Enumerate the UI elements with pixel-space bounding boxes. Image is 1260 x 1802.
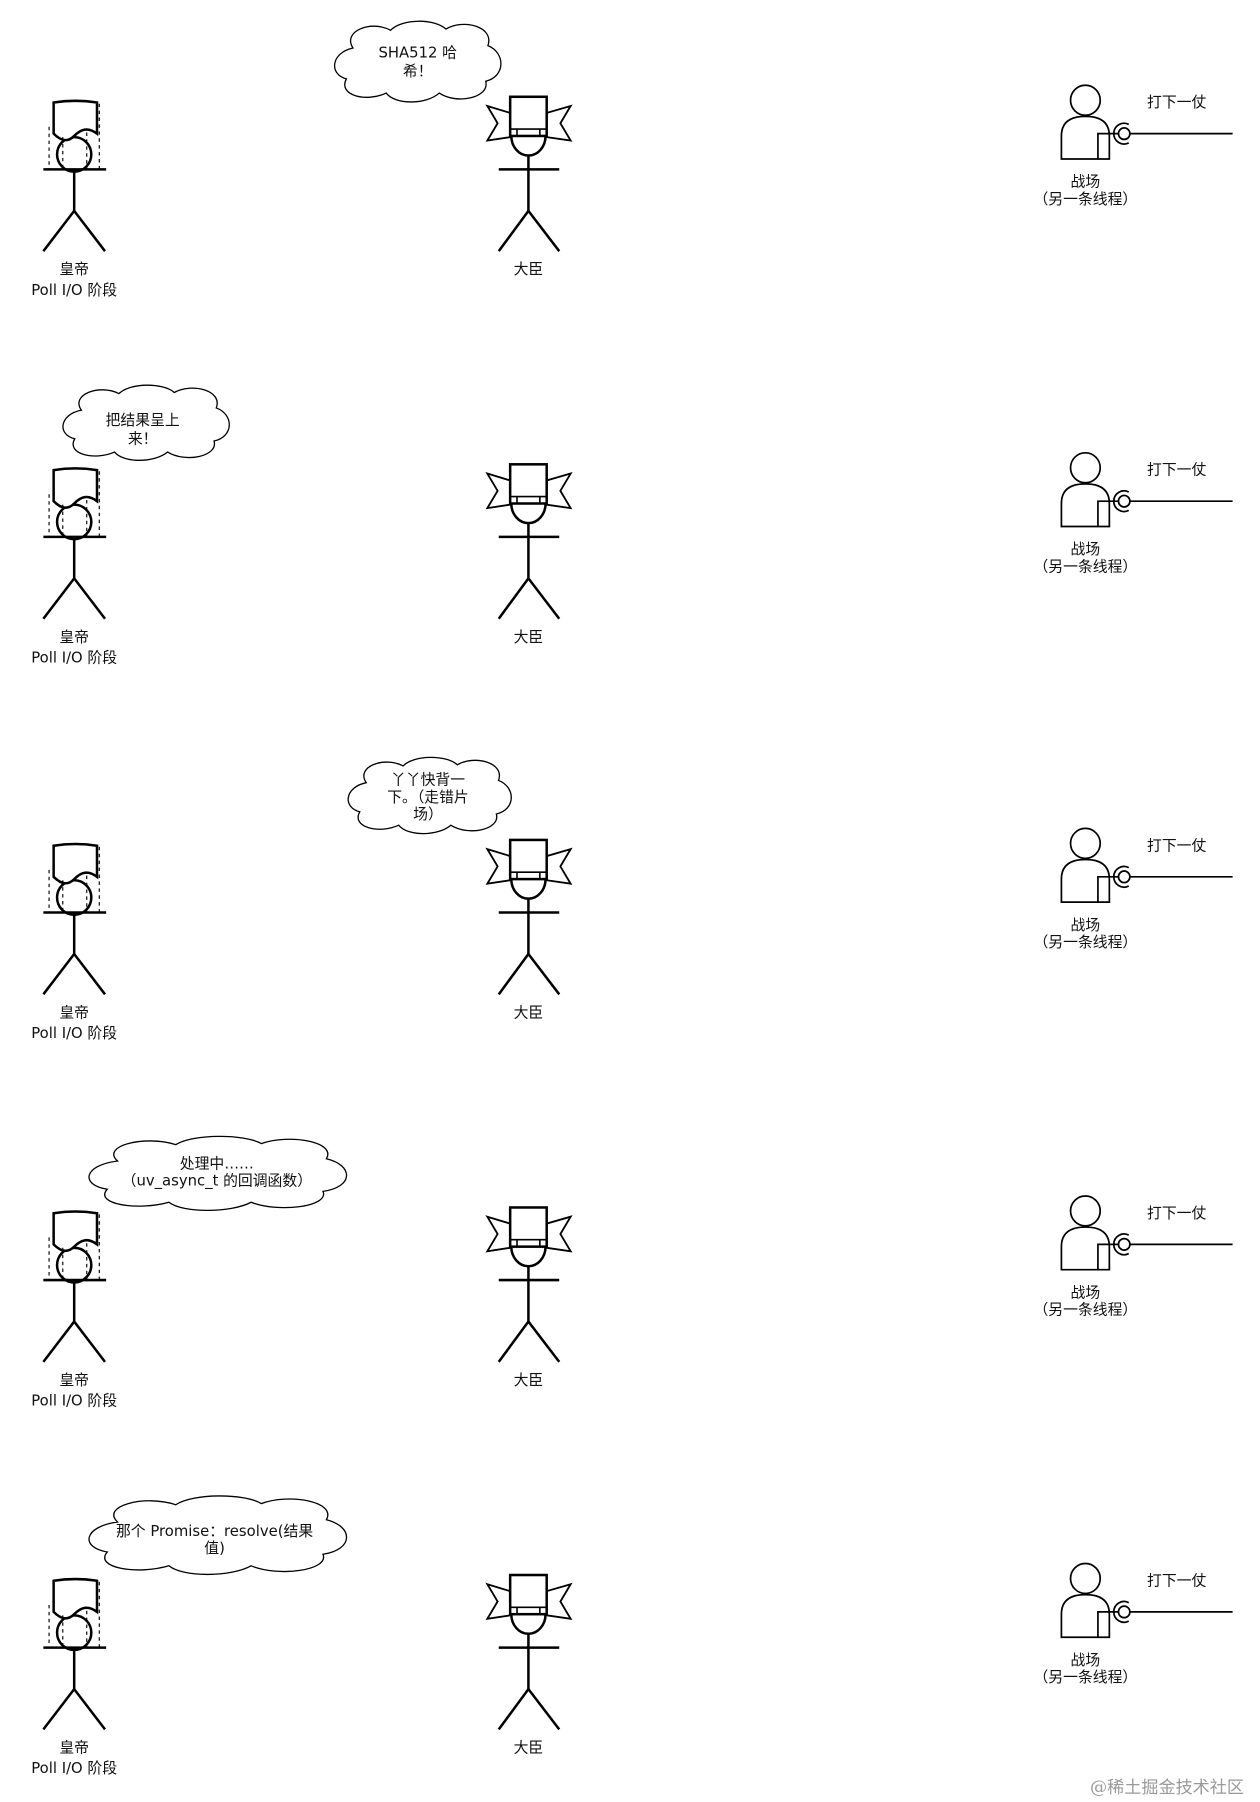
emperor-figure (42, 467, 108, 620)
emperor-figure (42, 842, 108, 996)
diagram-canvas: SHA512 哈 希！ 皇帝 Poll I/O 阶段 大臣 打下一仗 战场 （另… (31, 20, 1244, 1798)
minister-label: 大臣 (514, 1003, 544, 1021)
emperor-figure (42, 1210, 108, 1364)
bubble-line-1: 那个 Promise：resolve(结果 (116, 1522, 313, 1540)
minister-figure (486, 95, 572, 253)
battlefield-label: 战场 (1071, 1651, 1101, 1669)
bubble-line-2: 值) (204, 1539, 225, 1557)
battlefield-label: 战场 (1071, 1283, 1101, 1301)
minister-figure (486, 1206, 572, 1364)
emperor-figure (42, 99, 108, 253)
speech-bubble: 处理中…… （uv_async_t 的回调函数） (87, 1135, 348, 1212)
panel-4: 处理中…… （uv_async_t 的回调函数） 皇帝 Poll I/O 阶段 … (31, 1135, 1234, 1410)
minister-figure (486, 1573, 572, 1731)
emperor-label: 皇帝 (59, 628, 89, 646)
battlefield-note-label: （另一条线程） (1034, 190, 1138, 208)
bubble-line-3: 场） (413, 805, 443, 823)
bubble-line-1: 把结果呈上 (106, 411, 180, 429)
battlefield-label: 战场 (1071, 173, 1101, 191)
emperor-figure (42, 1577, 108, 1731)
battlefield-label: 战场 (1071, 916, 1101, 934)
minister-label: 大臣 (514, 260, 544, 278)
battlefield-action-label: 打下一仗 (1147, 836, 1206, 854)
bubble-line-1: SHA512 哈 (378, 44, 457, 62)
minister-label: 大臣 (514, 1371, 544, 1389)
watermark: @稀土掘金技术社区 (1090, 1778, 1244, 1798)
emperor-label: 皇帝 (59, 1003, 89, 1021)
emperor-label: 皇帝 (59, 1738, 89, 1756)
minister-label: 大臣 (514, 628, 544, 646)
bubble-line-1: 处理中…… (180, 1154, 254, 1172)
panel-3: 丫丫快背一 下。（走错片 场） 皇帝 Poll I/O 阶段 大臣 打下一仗 战… (31, 756, 1234, 1042)
battlefield-note-label: （另一条线程） (1034, 933, 1138, 951)
speech-bubble: SHA512 哈 希！ (333, 20, 502, 103)
panel-1: SHA512 哈 希！ 皇帝 Poll I/O 阶段 大臣 打下一仗 战场 （另… (31, 20, 1234, 299)
minister-label: 大臣 (514, 1738, 544, 1756)
battlefield-note-label: （另一条线程） (1034, 1668, 1138, 1686)
emperor-phase-label: Poll I/O 阶段 (31, 1024, 117, 1042)
battlefield-action-label: 打下一仗 (1147, 1204, 1206, 1222)
minister-figure (486, 463, 572, 620)
speech-bubble: 把结果呈上 来！ (62, 384, 231, 462)
panel-2: 把结果呈上 来！ 皇帝 Poll I/O 阶段 大臣 打下一仗 战场 （另一条线… (31, 384, 1234, 667)
battlefield-note-label: （另一条线程） (1034, 1301, 1138, 1319)
speech-bubble: 丫丫快背一 下。（走错片 场） (347, 756, 513, 835)
emperor-phase-label: Poll I/O 阶段 (31, 281, 117, 299)
minister-figure (486, 838, 572, 996)
battlefield-action-label: 打下一仗 (1147, 1571, 1206, 1589)
bubble-line-2: 来！ (128, 430, 158, 448)
emperor-label: 皇帝 (59, 1371, 89, 1389)
bubble-line-2: 下。（走错片 (387, 788, 469, 806)
bubble-line-1: 丫丫快背一 (391, 771, 465, 789)
panel-5: 那个 Promise：resolve(结果 值) 皇帝 Poll I/O 阶段 … (31, 1494, 1234, 1777)
battlefield-action-label: 打下一仗 (1147, 461, 1206, 479)
emperor-phase-label: Poll I/O 阶段 (31, 1759, 117, 1777)
battlefield-note-label: （另一条线程） (1034, 557, 1138, 575)
speech-bubble: 那个 Promise：resolve(结果 值) (87, 1494, 348, 1576)
emperor-phase-label: Poll I/O 阶段 (31, 1392, 117, 1410)
battlefield-label: 战场 (1071, 540, 1101, 558)
emperor-label: 皇帝 (59, 260, 89, 278)
battlefield-action-label: 打下一仗 (1147, 93, 1206, 111)
bubble-line-2: 希！ (403, 62, 433, 80)
emperor-phase-label: Poll I/O 阶段 (31, 648, 117, 666)
bubble-line-2: （uv_async_t 的回调函数） (122, 1172, 312, 1190)
